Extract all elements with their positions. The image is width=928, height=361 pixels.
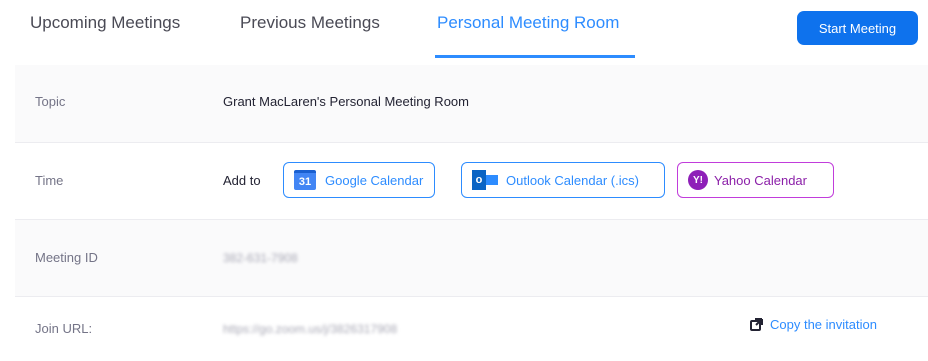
start-meeting-button[interactable]: Start Meeting <box>797 11 918 45</box>
meeting-id-row: Meeting ID 382-631-7908 <box>15 220 928 297</box>
join-url-value: https://go.zoom.us/j/3826317908 <box>223 322 398 336</box>
active-tab-indicator <box>435 55 635 58</box>
meeting-id-label: Meeting ID <box>35 250 98 265</box>
meeting-tabs: Upcoming Meetings Previous Meetings Pers… <box>0 0 928 58</box>
time-row: Time Add to 31 Google Calendar o Outlook… <box>15 143 928 220</box>
copy-invitation-label: Copy the invitation <box>770 317 877 332</box>
copy-icon <box>750 318 764 331</box>
google-calendar-button[interactable]: 31 Google Calendar <box>283 162 435 198</box>
outlook-calendar-icon: o <box>472 170 498 190</box>
outlook-calendar-button[interactable]: o Outlook Calendar (.ics) <box>461 162 665 198</box>
time-label: Time <box>35 173 64 188</box>
tab-personal-meeting-room[interactable]: Personal Meeting Room <box>437 13 619 33</box>
yahoo-calendar-icon: Y! <box>688 170 708 190</box>
yahoo-calendar-button[interactable]: Y! Yahoo Calendar <box>677 162 834 198</box>
copy-invitation-link[interactable]: Copy the invitation <box>750 317 877 332</box>
tab-upcoming-meetings[interactable]: Upcoming Meetings <box>30 13 180 33</box>
google-calendar-label: Google Calendar <box>325 172 424 188</box>
outlook-calendar-label: Outlook Calendar (.ics) <box>506 172 639 188</box>
google-calendar-icon: 31 <box>294 170 316 190</box>
add-to-label: Add to <box>223 173 261 188</box>
meeting-id-value: 382-631-7908 <box>223 251 298 265</box>
topic-value: Grant MacLaren's Personal Meeting Room <box>223 94 469 109</box>
topic-row: Topic Grant MacLaren's Personal Meeting … <box>15 65 928 143</box>
join-url-label: Join URL: <box>35 321 93 336</box>
yahoo-calendar-label: Yahoo Calendar <box>714 172 807 188</box>
join-url-row: Join URL: https://go.zoom.us/j/382631790… <box>15 297 928 361</box>
topic-label: Topic <box>35 94 66 109</box>
tab-previous-meetings[interactable]: Previous Meetings <box>240 13 380 33</box>
